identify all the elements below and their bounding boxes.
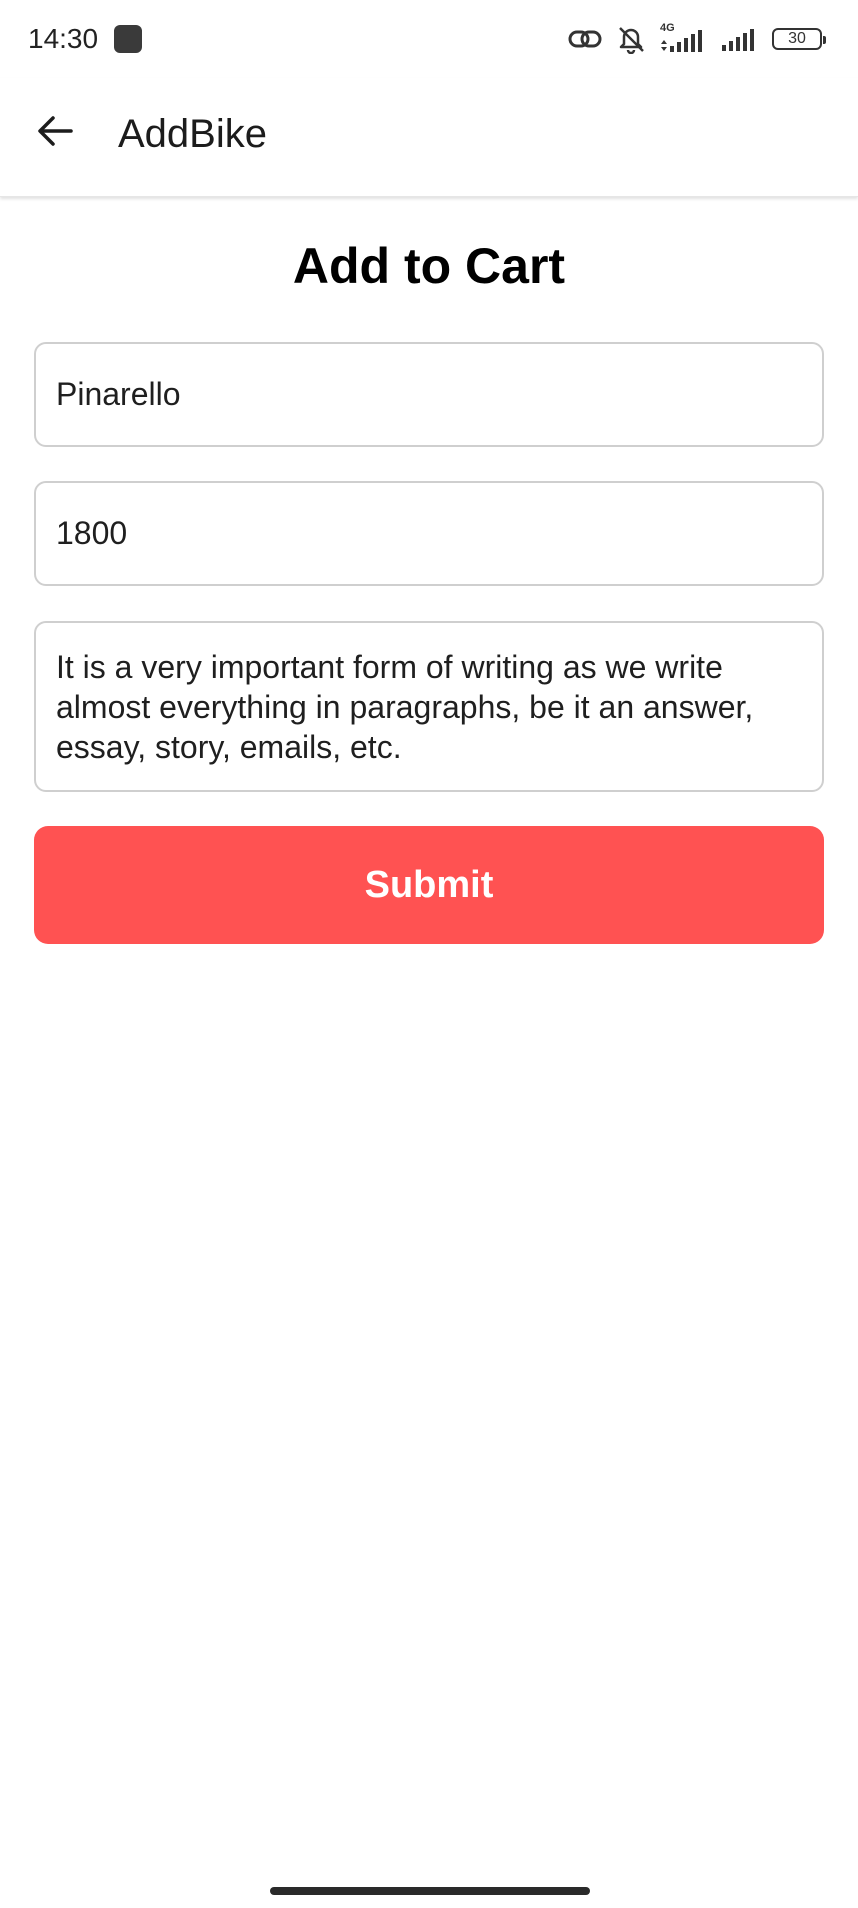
bike-name-input[interactable] xyxy=(34,342,824,447)
network-type-label: 4G xyxy=(660,22,675,34)
battery-level: 30 xyxy=(788,30,806,47)
app-bar: AddBike xyxy=(0,78,858,197)
arrow-left-icon xyxy=(35,111,75,156)
status-icons: 4G 30 xyxy=(568,22,826,56)
link-icon xyxy=(568,26,602,52)
bike-description-input[interactable]: It is a very important form of writing a… xyxy=(34,621,824,792)
status-bar: 14:30 4G 30 xyxy=(0,0,858,78)
add-bike-screen: 14:30 4G 30 AddBike Add to Cart Pinarell… xyxy=(0,0,858,1908)
battery-icon: 30 xyxy=(772,28,826,50)
app-notification-icon xyxy=(114,25,142,53)
signal-4g-icon: 4G xyxy=(660,22,706,54)
bell-off-icon xyxy=(616,24,646,54)
app-bar-title: AddBike xyxy=(118,112,267,156)
home-indicator[interactable] xyxy=(270,1887,590,1895)
status-time: 14:30 xyxy=(28,23,99,54)
signal-icon xyxy=(720,25,758,53)
submit-button[interactable]: Submit xyxy=(34,826,824,944)
page-heading: Add to Cart xyxy=(292,238,566,294)
bike-price-input[interactable] xyxy=(34,481,824,586)
back-button[interactable] xyxy=(26,104,84,162)
